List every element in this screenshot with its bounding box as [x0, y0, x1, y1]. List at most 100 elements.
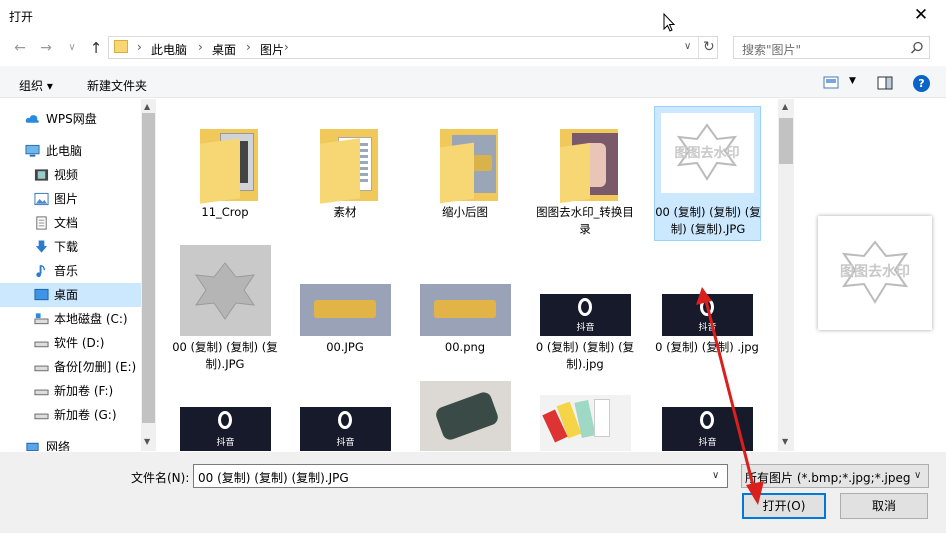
- sidebar-item-documents[interactable]: 文档: [0, 211, 141, 235]
- sidebar-item-downloads[interactable]: 下载: [0, 235, 141, 259]
- refresh-button[interactable]: ↻: [703, 39, 715, 55]
- drive-icon: [34, 313, 49, 325]
- sidebar-item-label: 文档: [54, 216, 79, 230]
- breadcrumb-separator-icon: ›: [284, 40, 289, 54]
- organize-menu[interactable]: 组织 ▾: [19, 77, 53, 94]
- forward-button[interactable]: →: [36, 38, 56, 58]
- file-name: 00 (复制) (复制) (复制).JPG: [172, 340, 278, 371]
- file-item-image-selected[interactable]: 图图去水印 00 (复制) (复制) (复制) (复制).JPG: [654, 106, 761, 241]
- search-icon[interactable]: [910, 41, 924, 55]
- file-item-folder[interactable]: 图图去水印_转换目录: [532, 107, 638, 236]
- file-name: 00 (复制) (复制) (复制) (复制).JPG: [655, 205, 761, 236]
- window-title: 打开: [9, 10, 34, 24]
- close-button[interactable]: ✕: [912, 6, 930, 24]
- sidebar-item-drive-g[interactable]: 新加卷 (G:): [0, 403, 141, 427]
- new-folder-button[interactable]: 新建文件夹: [87, 77, 147, 94]
- sidebar-item-label: 此电脑: [46, 144, 83, 158]
- address-dropdown-button[interactable]: ∨: [684, 41, 691, 52]
- file-item-image[interactable]: 抖音: [172, 381, 278, 451]
- search-placeholder: 搜索"图片": [742, 43, 802, 57]
- sidebar-item-label: 新加卷 (G:): [54, 408, 117, 422]
- back-button[interactable]: ←: [10, 38, 30, 58]
- folder-icon: [560, 119, 618, 204]
- breadcrumb-pictures[interactable]: 图片: [260, 41, 284, 58]
- image-thumbnail: [420, 381, 511, 451]
- sidebar-item-label: 桌面: [54, 288, 79, 302]
- file-name: 11_Crop: [201, 205, 249, 219]
- sidebar-item-label: 下载: [54, 240, 79, 254]
- sidebar-item-videos[interactable]: 视频: [0, 163, 141, 187]
- recent-locations-dropdown[interactable]: ∨: [62, 38, 82, 58]
- file-item-image[interactable]: 00 (复制) (复制) (复制).JPG: [172, 245, 278, 375]
- document-icon: [36, 216, 47, 230]
- sidebar-item-music[interactable]: 音乐: [0, 259, 141, 283]
- file-name: 素材: [333, 205, 357, 219]
- scroll-down-icon[interactable]: ▼: [144, 437, 150, 446]
- help-icon[interactable]: ?: [913, 75, 930, 92]
- svg-text:图图去水印: 图图去水印: [674, 145, 739, 161]
- file-name: 图图去水印_转换目录: [536, 205, 634, 236]
- file-item-image[interactable]: [412, 381, 518, 451]
- cancel-button[interactable]: 取消: [840, 493, 928, 519]
- image-thumbnail: 抖音: [540, 294, 631, 336]
- sidebar-item-this-pc[interactable]: 此电脑: [0, 139, 141, 163]
- sidebar-item-drive-e[interactable]: 备份[勿删] (E:): [0, 355, 141, 379]
- file-item-image[interactable]: 抖音 0 (复制) (复制) (复制).jpg: [532, 245, 638, 375]
- sidebar-item-label: 备份[勿删] (E:): [54, 360, 137, 374]
- sidebar-item-label: 图片: [54, 192, 79, 206]
- filename-value: 00 (复制) (复制) (复制).JPG: [198, 471, 349, 485]
- video-icon: [34, 169, 49, 181]
- sidebar-item-label: 视频: [54, 168, 79, 182]
- sidebar-item-drive-c[interactable]: 本地磁盘 (C:): [0, 307, 141, 331]
- file-item-image[interactable]: 00.png: [412, 245, 518, 375]
- folder-icon: [114, 40, 128, 53]
- computer-icon: [25, 144, 40, 157]
- logo-thumbnail: 图图去水印: [674, 123, 740, 181]
- sidebar-item-pictures[interactable]: 图片: [0, 187, 141, 211]
- folder-icon: [200, 119, 258, 204]
- file-list: 11_Crop 素材 缩小后图 图图去水印_转换目录 图图去水印 00 (复制)…: [157, 99, 778, 451]
- preview-pane-icon[interactable]: [877, 76, 893, 90]
- drive-icon: [34, 413, 49, 420]
- file-item-folder[interactable]: 11_Crop: [172, 107, 278, 235]
- view-options-icon[interactable]: [823, 76, 839, 90]
- sidebar-scrollbar[interactable]: ▲ ▼: [141, 99, 156, 451]
- image-thumbnail: 抖音: [180, 407, 271, 451]
- preview-image: 图图去水印: [818, 216, 932, 330]
- sidebar-item-drive-f[interactable]: 新加卷 (F:): [0, 379, 141, 403]
- mouse-cursor-icon: [663, 13, 676, 32]
- drive-icon: [34, 365, 49, 372]
- scrollbar-thumb[interactable]: [142, 113, 155, 423]
- file-item-image[interactable]: 00.JPG: [292, 245, 398, 375]
- scroll-up-icon[interactable]: ▲: [782, 102, 788, 111]
- music-icon: [36, 264, 46, 278]
- breadcrumb-this-pc[interactable]: 此电脑: [151, 41, 187, 58]
- sidebar-item-label: 音乐: [54, 264, 79, 278]
- image-thumbnail: 抖音: [300, 407, 391, 451]
- sidebar-item-label: 网络: [46, 440, 71, 451]
- file-item-folder[interactable]: 缩小后图: [412, 107, 518, 235]
- view-dropdown-icon[interactable]: ▼: [849, 76, 856, 86]
- up-button[interactable]: ↑: [86, 38, 106, 58]
- file-item-image[interactable]: 抖音: [292, 381, 398, 451]
- file-item-image[interactable]: [532, 381, 638, 451]
- sidebar-item-desktop[interactable]: 桌面: [0, 283, 141, 307]
- breadcrumb-desktop[interactable]: 桌面: [212, 41, 236, 58]
- image-thumbnail: [540, 395, 631, 451]
- scroll-up-icon[interactable]: ▲: [144, 102, 150, 111]
- sidebar-item-drive-d[interactable]: 软件 (D:): [0, 331, 141, 355]
- pictures-icon: [34, 192, 49, 206]
- sidebar-item-network[interactable]: 网络: [0, 435, 141, 451]
- breadcrumb-separator-icon: ›: [198, 40, 203, 54]
- file-item-folder[interactable]: 素材: [292, 107, 398, 235]
- download-icon: [35, 240, 48, 253]
- image-thumbnail: [420, 284, 511, 336]
- drive-icon: [34, 341, 49, 348]
- file-type-dropdown-icon[interactable]: ∨: [914, 470, 921, 481]
- image-thumbnail: 图图去水印: [661, 113, 754, 193]
- breadcrumb-separator-icon: ›: [246, 40, 251, 54]
- sidebar-item-wps-cloud[interactable]: WPS网盘: [0, 107, 141, 131]
- scroll-down-icon[interactable]: ▼: [782, 437, 788, 446]
- scrollbar-thumb[interactable]: [779, 118, 793, 164]
- file-name: 缩小后图: [442, 205, 488, 219]
